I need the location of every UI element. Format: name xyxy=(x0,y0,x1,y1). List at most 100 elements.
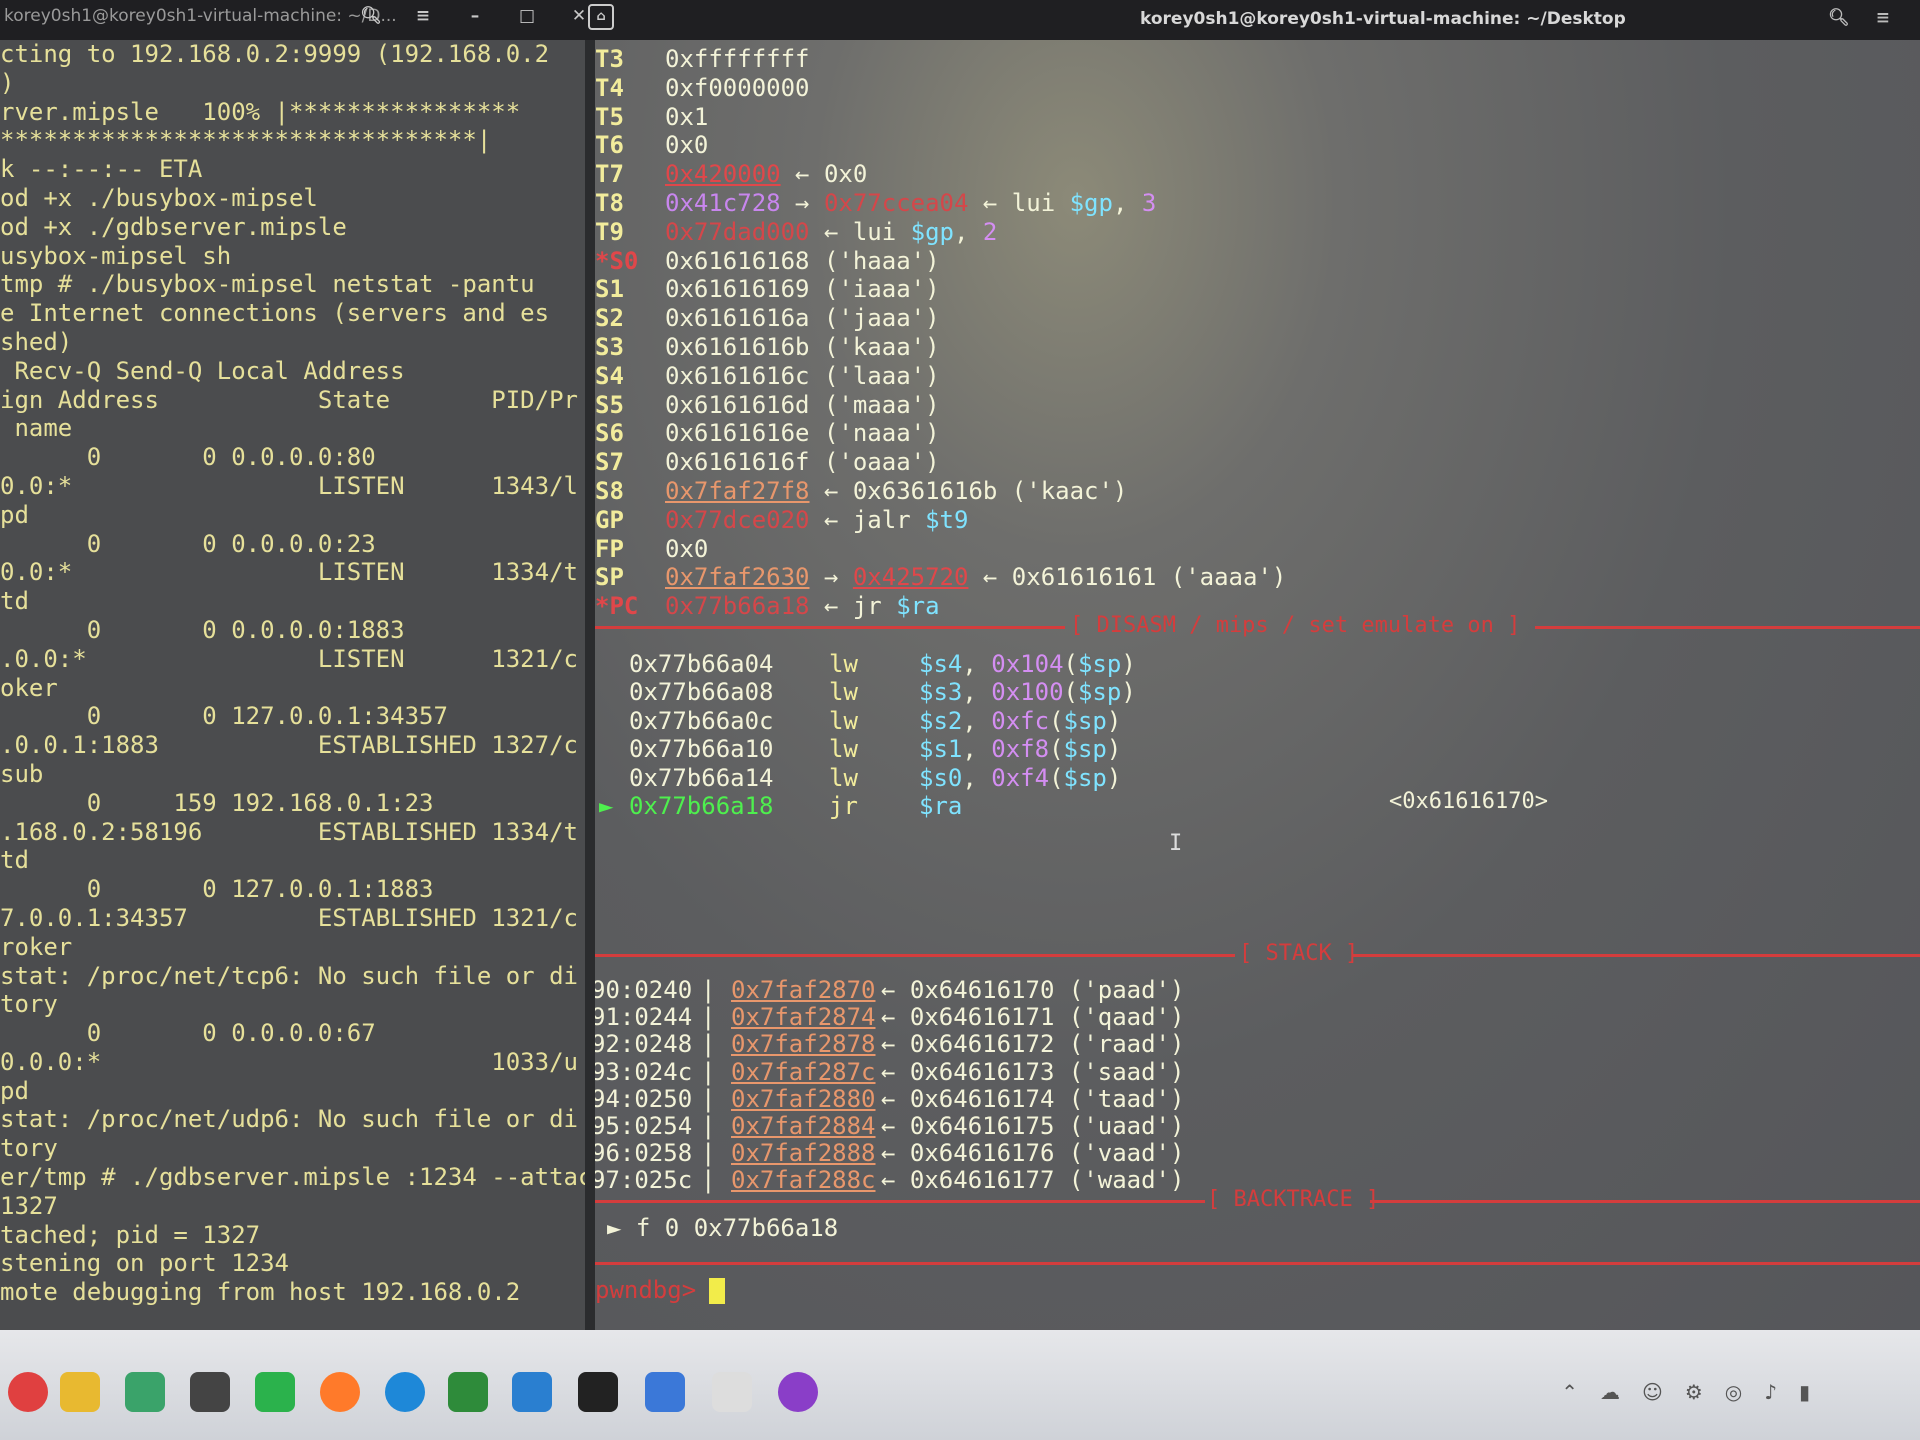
disasm-operand-part: ) xyxy=(1121,650,1136,678)
stack-separator: | xyxy=(701,1139,716,1168)
disasm-address: 0x77b66a18 xyxy=(629,792,774,820)
register-name: S8 xyxy=(595,477,624,505)
register-value-part: ← jalr xyxy=(809,505,926,534)
terminal-line: ign Address State PID/Pr xyxy=(0,385,578,414)
menu-icon[interactable]: ≡ xyxy=(412,6,434,26)
edge-icon[interactable] xyxy=(385,1372,425,1412)
disasm-opcode: lw xyxy=(829,763,858,792)
disasm-operand-part: ( xyxy=(1063,650,1078,678)
register-value-part: 0x77dad000 xyxy=(665,217,810,246)
terminal-line: stat: /proc/net/udp6: No such file or di xyxy=(0,1105,578,1134)
pin-icon[interactable]: ⌂ xyxy=(588,4,614,30)
network-icon[interactable]: ◎ xyxy=(1725,1380,1742,1404)
left-terminal-pane[interactable]: cting to 192.168.0.2:9999 (192.168.0.2) r… xyxy=(0,40,585,1330)
firefox-icon[interactable] xyxy=(320,1372,360,1412)
chat-app-icon[interactable] xyxy=(778,1372,818,1412)
disasm-operand-part: 0x100 xyxy=(991,678,1064,707)
register-name: S4 xyxy=(595,361,624,390)
notification-icon[interactable] xyxy=(8,1372,48,1412)
stack-value: ← 0x64616176 ('vaad') xyxy=(881,1139,1185,1168)
search-icon[interactable]: 🔍︎ xyxy=(1828,8,1850,28)
terminal-line: pd xyxy=(0,1076,29,1105)
stack-separator: | xyxy=(701,976,716,1004)
register-value: 0x77dce020 ← jalr $t9 xyxy=(665,506,968,535)
terminal-icon[interactable] xyxy=(578,1372,618,1412)
app-cube-icon[interactable] xyxy=(190,1372,230,1412)
terminal-line: name xyxy=(0,414,73,443)
register-value: 0x6161616c ('laaa') xyxy=(665,362,940,391)
disasm-opcode: lw xyxy=(829,650,858,678)
ie-icon[interactable] xyxy=(448,1372,488,1412)
disasm-row: 0x77b66a0c lw $s2, 0xfc($sp) xyxy=(629,707,1829,736)
stack-separator: | xyxy=(701,1084,716,1113)
terminal-line: 1327 xyxy=(0,1191,58,1220)
pane-divider[interactable] xyxy=(585,40,595,1330)
window-controls: 🔍︎ ≡ – □ ✕ xyxy=(360,6,590,26)
stack-value: ← 0x64616177 ('waad') xyxy=(881,1166,1185,1195)
cloud-icon[interactable]: ☁ xyxy=(1600,1380,1620,1404)
battery-icon[interactable]: ▮ xyxy=(1799,1380,1810,1404)
register-value: 0x61616169 ('iaaa') xyxy=(665,275,940,304)
terminal-line: 0 0 0.0.0.0:80 xyxy=(0,443,376,472)
menu-icon[interactable]: ≡ xyxy=(1876,8,1890,28)
register-name: S3 xyxy=(595,333,624,361)
terminal-line: Recv-Q Send-Q Local Address xyxy=(0,356,405,385)
register-value-part: 0x6161616f ('oaaa') xyxy=(665,448,940,477)
disasm-operands: $s2, 0xfc($sp) xyxy=(919,707,1121,736)
terminal-line: rver.mipsle 100% |**************** xyxy=(0,97,521,126)
stack-address: 0x7faf2870 xyxy=(731,976,876,1004)
text-cursor-icon: I xyxy=(1169,831,1183,856)
notepad-icon[interactable] xyxy=(645,1372,685,1412)
register-value-part: 0x6161616c ('laaa') xyxy=(665,361,940,390)
minimize-icon[interactable]: – xyxy=(464,6,486,26)
stack-offset: 96:0258 xyxy=(595,1139,693,1168)
disasm-operand-part: ( xyxy=(1049,735,1064,764)
chevron-up-icon[interactable]: ⌃ xyxy=(1561,1380,1578,1404)
register-name: T4 xyxy=(595,73,624,102)
disasm-opcode: jr xyxy=(829,792,858,820)
stack-row: 91:0244 | 0x7faf2874 ← 0x64616171 ('qaad') xyxy=(595,1003,1791,1031)
stack-row: 96:0258 | 0x7faf2888 ← 0x64616176 ('vaad') xyxy=(595,1139,1791,1168)
stack-value: ← 0x64616170 ('paad') xyxy=(881,976,1185,1004)
vm-icon[interactable] xyxy=(512,1372,552,1412)
register-value-part: 0x77ccea04 xyxy=(823,189,969,217)
disasm-row: 0x77b66a04 lw $s4, 0x104($sp) xyxy=(629,650,1829,679)
disasm-operand-part: 0xf8 xyxy=(991,735,1050,764)
disasm-operand-part: $s4 xyxy=(919,650,963,678)
backtrace-header: [ BACKTRACE ] xyxy=(1207,1187,1380,1212)
register-value-part: ← 0x61616161 ('aaaa') xyxy=(968,563,1287,592)
wechat-icon[interactable] xyxy=(255,1372,295,1412)
register-value-part: ← lui xyxy=(809,217,911,246)
stack-divider-right xyxy=(1353,954,1920,957)
pwndbg-pane[interactable]: T3 0xffffffff T4 0xf0000000 T5 0x1 T6 0x0 T7 0x42… xyxy=(595,40,1920,1330)
folder-icon[interactable] xyxy=(125,1372,165,1412)
register-value: 0xffffffff xyxy=(665,45,810,74)
terminal-line: k --:--:-- ETA xyxy=(0,155,203,184)
stack-address: 0x7faf288c xyxy=(731,1166,876,1195)
disasm-operands: $ra xyxy=(919,792,962,821)
user-icon[interactable]: ☺ xyxy=(1642,1380,1663,1404)
disasm-operand-part: $s1 xyxy=(919,735,963,764)
volume-icon[interactable]: ♪ xyxy=(1764,1380,1777,1404)
register-name: T5 xyxy=(595,102,624,131)
register-name: *PC xyxy=(595,592,639,621)
disasm-operand-part: $sp xyxy=(1077,678,1122,707)
disasm-operands: $s4, 0x104($sp) xyxy=(919,650,1136,679)
prompt-cursor[interactable] xyxy=(709,1278,725,1304)
terminal-line: *********************************| xyxy=(0,126,492,155)
close-icon[interactable]: ✕ xyxy=(568,6,590,26)
settings-icon[interactable]: ⚙ xyxy=(1685,1380,1703,1404)
register-value-part: ← 0x6361616b ('kaac') xyxy=(809,477,1128,505)
terminal-line: .0.0.1:1883 ESTABLISHED 1327/c xyxy=(0,731,578,760)
avatar-app-icon[interactable] xyxy=(712,1372,752,1412)
search-icon[interactable]: 🔍︎ xyxy=(360,6,382,26)
file-explorer-icon[interactable] xyxy=(60,1372,100,1412)
maximize-icon[interactable]: □ xyxy=(516,6,538,26)
terminal-line: td xyxy=(0,846,29,875)
register-name: S6 xyxy=(595,419,624,448)
taskbar: ⌃ ☁ ☺ ⚙ ◎ ♪ ▮ xyxy=(0,1330,1920,1440)
register-value-part: 2 xyxy=(982,217,998,246)
stack-row: 97:025c | 0x7faf288c ← 0x64616177 ('waad') xyxy=(595,1166,1791,1195)
disasm-operand-part: , xyxy=(962,763,992,792)
register-value-part: 0x6161616d ('maaa') xyxy=(665,390,940,419)
